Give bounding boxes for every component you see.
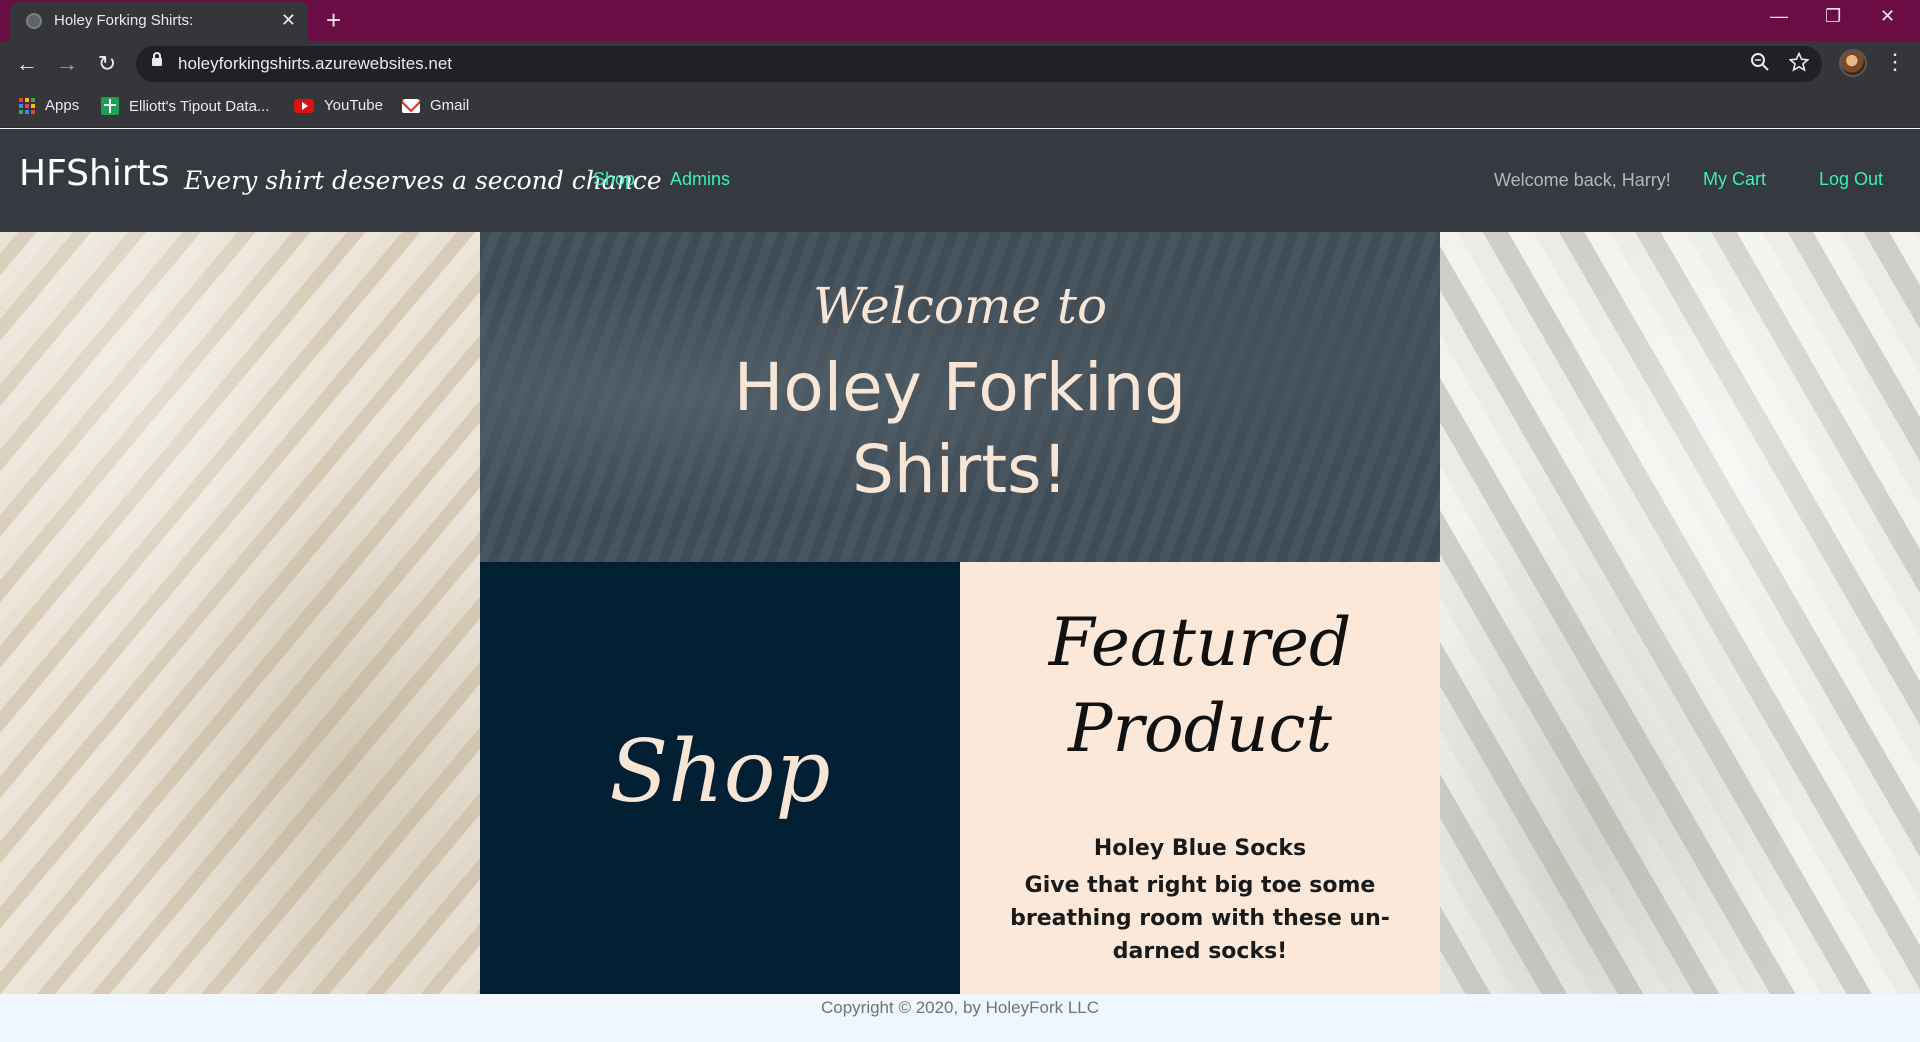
featured-title-line1: Featured <box>1048 604 1352 681</box>
featured-product-tile[interactable]: Featured Product Holey Blue Socks Give t… <box>960 562 1440 994</box>
knit-background-left <box>0 232 480 994</box>
browser-tab[interactable]: Holey Forking Shirts: ✕ <box>10 2 308 41</box>
url-text[interactable]: holeyforkingshirts.azurewebsites.net <box>178 54 452 74</box>
browser-toolbar: ← → ↻ holeyforkingshirts.azurewebsites.n… <box>0 41 1920 87</box>
site-title-line2: Shirts! <box>852 431 1068 508</box>
close-window-icon[interactable]: ✕ <box>1880 6 1895 27</box>
site-title-line1: Holey Forking <box>733 349 1187 426</box>
featured-title: Featured Product <box>960 600 1440 772</box>
forward-icon[interactable]: → <box>53 50 81 78</box>
close-tab-icon[interactable]: ✕ <box>281 10 296 30</box>
sheets-icon <box>101 97 119 115</box>
bookmarks-bar: Apps Elliott's Tipout Data... YouTube Gm… <box>0 87 1920 128</box>
welcome-script: Welcome to <box>812 277 1108 335</box>
shop-tile[interactable]: Shop <box>480 562 960 994</box>
welcome-panel: Welcome to Holey Forking Shirts! <box>480 232 1440 562</box>
lock-icon[interactable] <box>152 52 162 66</box>
knit-background-right <box>1440 232 1920 994</box>
tab-title: Holey Forking Shirts: <box>54 12 194 29</box>
site-brand[interactable]: HFShirts <box>19 153 170 194</box>
welcome-message: Welcome back, Harry! <box>1494 170 1671 190</box>
bookmark-gmail[interactable]: Gmail <box>402 97 469 114</box>
browser-titlebar: Holey Forking Shirts: ✕ + — ❐ ✕ <box>0 0 1920 41</box>
new-tab-button[interactable]: + <box>326 6 341 34</box>
bookmark-youtube[interactable]: YouTube <box>294 97 383 114</box>
star-icon[interactable] <box>1788 51 1810 78</box>
bookmark-tipout-data[interactable]: Elliott's Tipout Data... <box>101 97 269 115</box>
nav-link-logout[interactable]: Log Out <box>1819 169 1883 190</box>
featured-title-line2: Product <box>1068 690 1332 767</box>
hero-section: Welcome to Holey Forking Shirts! Shop Fe… <box>0 232 1920 994</box>
bookmark-label: YouTube <box>324 97 383 114</box>
back-icon[interactable]: ← <box>13 50 41 78</box>
nav-link-shop[interactable]: Shop <box>593 169 635 190</box>
gmail-icon <box>402 98 420 113</box>
site-navbar: HFShirts Every shirt deserves a second c… <box>0 129 1920 232</box>
restore-icon[interactable]: ❐ <box>1825 6 1841 27</box>
shop-tile-label: Shop <box>609 722 831 822</box>
site-title: Holey Forking Shirts! <box>480 347 1440 511</box>
bookmark-apps[interactable]: Apps <box>19 97 79 114</box>
bookmark-label: Elliott's Tipout Data... <box>129 97 270 115</box>
bookmark-label: Apps <box>45 97 80 114</box>
minimize-icon[interactable]: — <box>1770 6 1788 27</box>
address-bar[interactable]: holeyforkingshirts.azurewebsites.net <box>136 46 1822 82</box>
apps-grid-icon <box>19 97 35 114</box>
favicon-icon <box>26 13 42 29</box>
browser-menu-icon[interactable]: ⋮ <box>1884 50 1906 74</box>
copyright-text: Copyright © 2020, by HoleyFork LLC <box>820 998 1100 1017</box>
profile-avatar[interactable] <box>1839 49 1867 77</box>
product-description: Give that right big toe some breathing r… <box>1010 873 1390 964</box>
product-name: Holey Blue Socks <box>1093 836 1307 861</box>
nav-link-cart[interactable]: My Cart <box>1703 169 1766 190</box>
nav-link-admins[interactable]: Admins <box>670 169 730 190</box>
site-footer: Copyright © 2020, by HoleyFork LLC <box>0 994 1920 1042</box>
bookmark-label: Gmail <box>430 97 470 114</box>
zoom-icon[interactable] <box>1750 52 1770 78</box>
site-tagline: Every shirt deserves a second chance <box>184 166 662 195</box>
reload-icon[interactable]: ↻ <box>93 50 121 78</box>
youtube-icon <box>294 98 314 113</box>
